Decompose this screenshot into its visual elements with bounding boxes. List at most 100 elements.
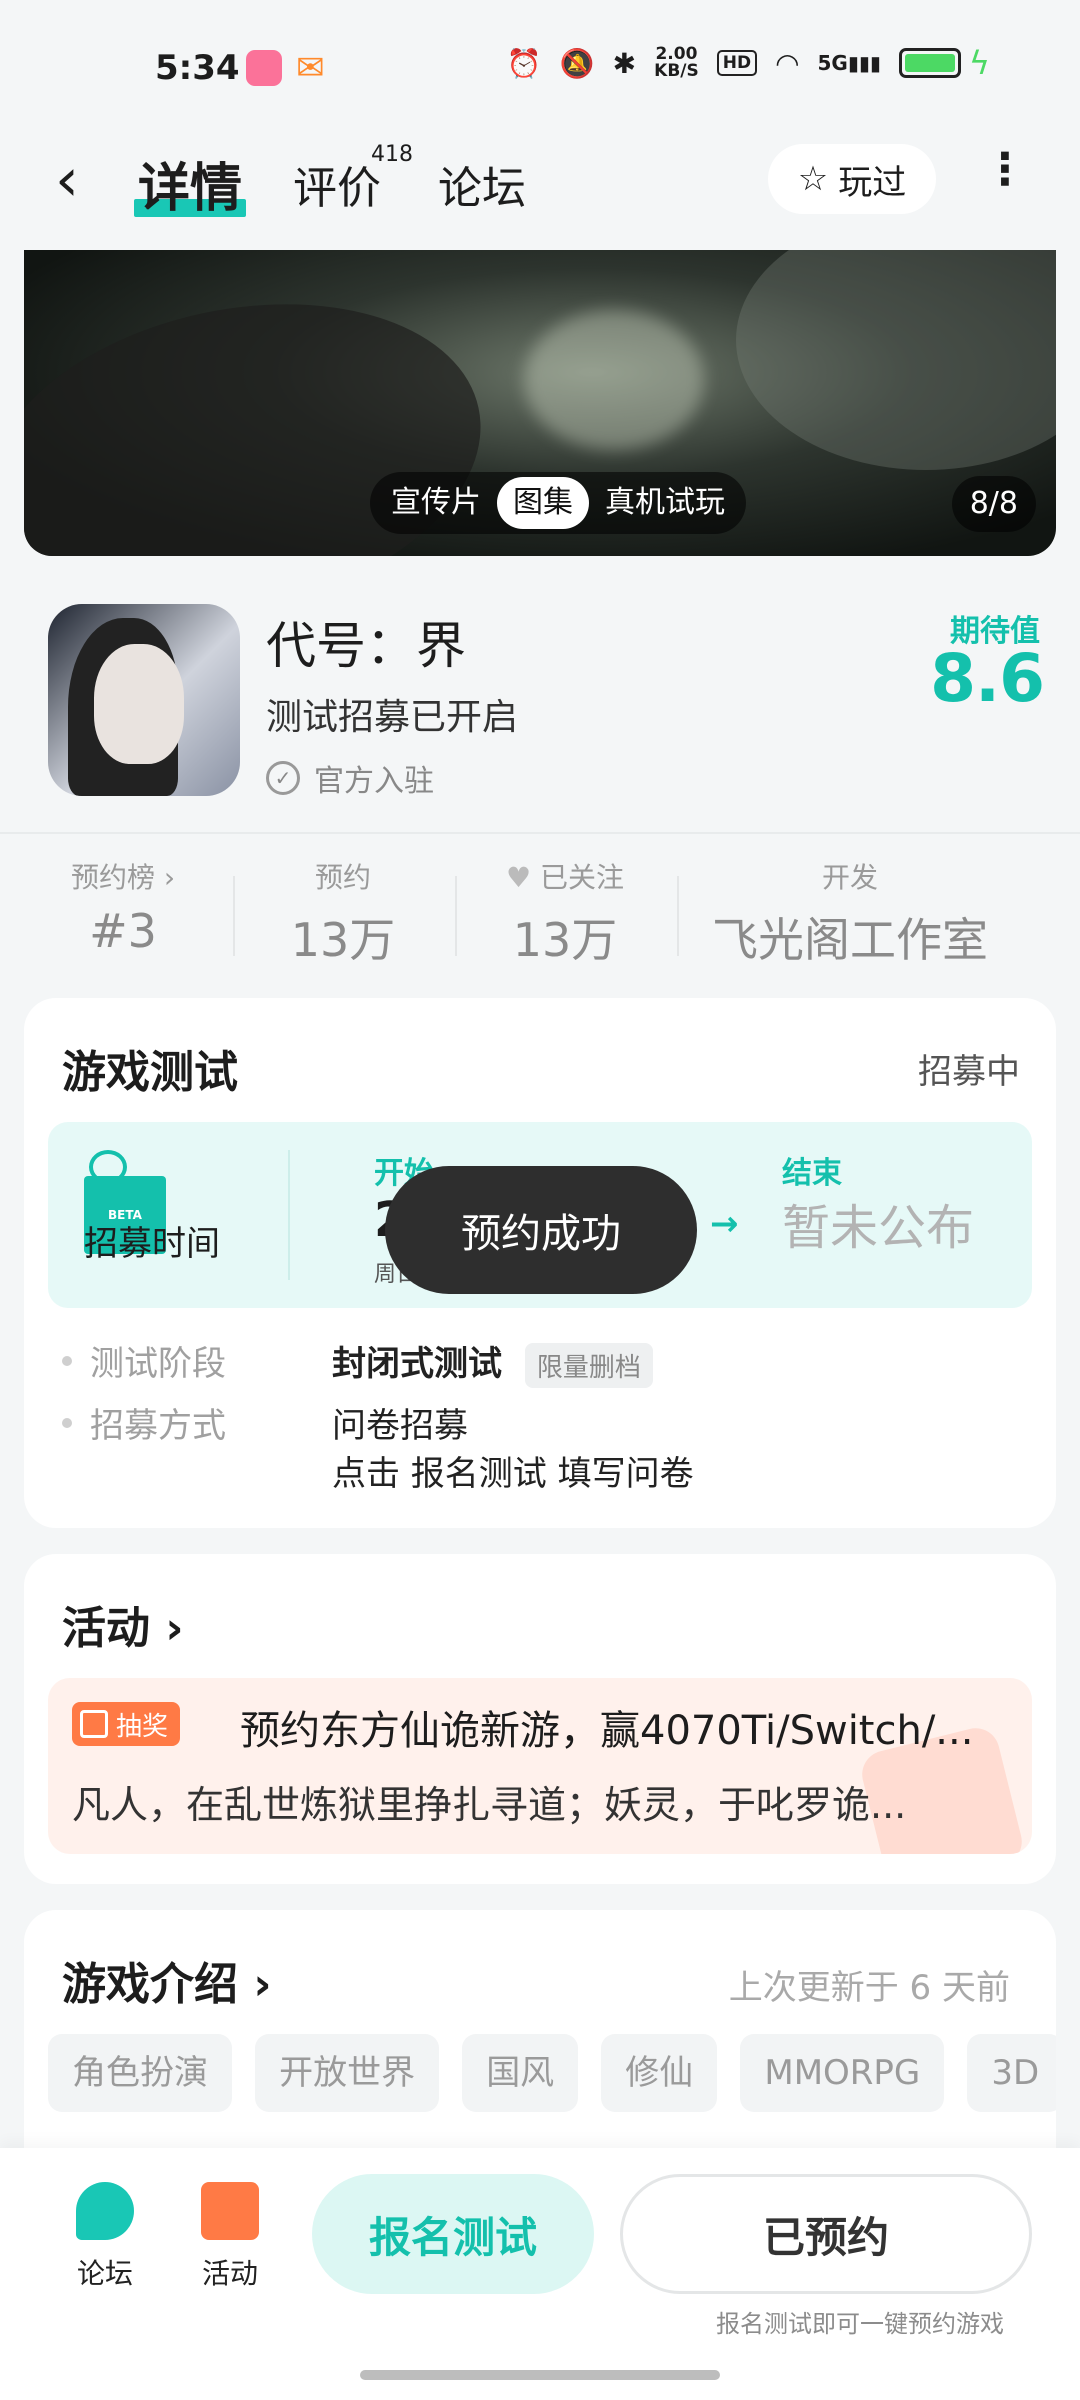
game-icon (48, 604, 240, 796)
test-stage-value-text: 封闭式测试 (332, 1344, 502, 1384)
stat-rank[interactable]: 预约榜 › #3 (48, 856, 198, 958)
stat-followers-value: 13万 (512, 913, 618, 967)
tab-review-label: 评价 (293, 163, 381, 214)
recruit-time-label: 招募时间 (84, 1224, 220, 1264)
lottery-label: 抽奖 (116, 1711, 169, 1742)
reserved-button[interactable]: 已预约 (620, 2174, 1032, 2294)
genre-tag[interactable]: 角色扮演 (48, 2034, 232, 2112)
charging-icon: ϟ (968, 44, 990, 82)
expect-score: 8.6 (930, 640, 1045, 717)
activity-item-desc: 凡人，在乱世炼狱里挣扎寻道；妖灵，于叱罗诡... (72, 1783, 907, 1827)
official-badge: ✓ 官方入驻 (266, 756, 434, 800)
activity-button[interactable]: 活动 (180, 2182, 280, 2292)
played-button[interactable]: ☆ 玩过 (768, 144, 936, 214)
stat-rank-label: 预约榜 › (70, 861, 176, 894)
stat-rank-value: #3 (89, 904, 157, 958)
tab-forum[interactable]: 论坛 (438, 152, 526, 216)
top-nav: ‹ 详情 评价 418 论坛 ☆ 玩过 ⋮ (0, 130, 1080, 240)
game-title: 代号：界 (266, 617, 466, 675)
time-box-divider (288, 1150, 290, 1280)
played-label: 玩过 (838, 162, 907, 203)
more-icon[interactable]: ⋮ (983, 148, 1027, 192)
signup-test-button[interactable]: 报名测试 (312, 2174, 594, 2294)
signup-hint: 报名测试即可一键预约游戏 (716, 2310, 1004, 2338)
alarm-icon: ⏰ (506, 46, 542, 80)
media-tabs: 宣传片 图集 真机试玩 (370, 472, 746, 534)
banner-scene-light (524, 310, 704, 450)
media-banner[interactable]: 宣传片 图集 真机试玩 8/8 (24, 250, 1056, 556)
divider (0, 832, 1080, 834)
genre-tag[interactable]: 3D (967, 2034, 1056, 2112)
forum-button[interactable]: 论坛 (55, 2182, 155, 2292)
game-subtitle: 测试招募已开启 (266, 697, 519, 738)
stat-developer-value: 飞光阁工作室 (712, 913, 988, 967)
media-tab-trailer[interactable]: 宣传片 (375, 477, 497, 529)
stat-divider (455, 876, 457, 956)
stat-developer[interactable]: 开发 飞光阁工作室 (700, 856, 1000, 970)
test-stage-label: 测试阶段 (62, 1336, 226, 1385)
tab-forum-label: 论坛 (438, 163, 526, 214)
genre-tag[interactable]: 开放世界 (255, 2034, 440, 2112)
last-updated: 上次更新于 6 天前 (728, 1968, 1010, 2008)
bluetooth-icon: ✱ (612, 46, 637, 80)
back-icon[interactable]: ‹ (55, 150, 79, 210)
end-value: 暂未公布 (782, 1200, 975, 1256)
activity-label: 活动 (201, 2257, 258, 2290)
bullet-dot (62, 1355, 72, 1366)
beta-clock-icon: BETA (84, 1150, 166, 1254)
gift-icon (80, 1710, 108, 1738)
tab-detail[interactable]: 详情 (134, 146, 247, 221)
stat-divider (677, 876, 679, 956)
hd-icon: HD (716, 50, 758, 76)
star-icon: ☆ (797, 159, 829, 199)
media-tab-gameplay[interactable]: 真机试玩 (589, 477, 741, 529)
stat-reservations: 预约 13万 (268, 856, 418, 970)
stat-followers-label-text: 已关注 (540, 861, 625, 894)
status-icons: ⏰ 🔕 ✱ 2.00 KB/S HD ◠ 5G▮▮▮ ϟ (507, 44, 990, 82)
genre-tag[interactable]: MMORPG (740, 2034, 945, 2112)
recruit-method-label: 招募方式 (62, 1398, 226, 1447)
recruit-status: 招募中 (918, 1052, 1020, 1092)
bullet-dot (62, 1417, 72, 1428)
tab-review[interactable]: 评价 418 (293, 142, 413, 216)
status-time: 5:34 (155, 48, 240, 88)
stat-reservations-label: 预约 (314, 861, 371, 894)
recruit-method-detail: 点击 报名测试 填写问卷 (332, 1454, 694, 1494)
battery-level (904, 54, 955, 72)
stat-followers: ♥ 已关注 13万 (480, 856, 650, 970)
game-intro-title[interactable]: 游戏介绍 › (62, 1948, 271, 2012)
reservation-success-toast: 预约成功 (385, 1166, 697, 1294)
activity-title[interactable]: 活动 › (62, 1592, 183, 1656)
stat-reservations-value: 13万 (290, 913, 396, 967)
home-indicator[interactable] (360, 2370, 720, 2380)
arrow-right-icon: → (710, 1204, 739, 1244)
gift-icon (201, 2182, 259, 2240)
genre-tag[interactable]: 修仙 (601, 2034, 718, 2112)
chat-app-icon: ✉ (296, 48, 325, 88)
media-tab-gallery[interactable]: 图集 (497, 477, 589, 529)
bilibili-app-icon (246, 50, 282, 86)
status-bar: 5:34 ✉ ⏰ 🔕 ✱ 2.00 KB/S HD ◠ 5G▮▮▮ ϟ (0, 0, 1080, 130)
game-test-title: 游戏测试 (62, 1047, 238, 1098)
limited-tag: 限量删档 (524, 1343, 653, 1388)
media-counter: 8/8 (951, 476, 1036, 532)
network-speed: 2.00 KB/S (654, 46, 699, 80)
tab-detail-label: 详情 (138, 159, 243, 219)
recruit-method-value: 问卷招募 (332, 1406, 468, 1446)
review-count-badge: 418 (371, 142, 413, 167)
battery-icon (898, 48, 961, 78)
heart-icon: ♥ (505, 861, 532, 894)
wifi-icon: ◠ (775, 46, 800, 80)
stat-followers-label: ♥ 已关注 (480, 856, 650, 896)
forum-chat-icon (76, 2182, 134, 2240)
check-circle-icon: ✓ (266, 761, 300, 795)
activity-item[interactable]: 抽奖 预约东方仙诡新游，赢4070Ti/Switch/... 凡人，在乱世炼狱里… (48, 1678, 1032, 1854)
banner-scene-foliage (736, 250, 1056, 470)
end-label: 结束 (782, 1156, 842, 1191)
genre-tag[interactable]: 国风 (462, 2034, 579, 2112)
speed-unit: KB/S (654, 61, 699, 81)
test-stage-label-text: 测试阶段 (90, 1344, 226, 1384)
stats-row: 预约榜 › #3 预约 13万 ♥ 已关注 13万 开发 飞光阁工作室 (0, 856, 1080, 967)
game-icon-face (94, 644, 184, 764)
lottery-badge: 抽奖 (72, 1702, 181, 1746)
